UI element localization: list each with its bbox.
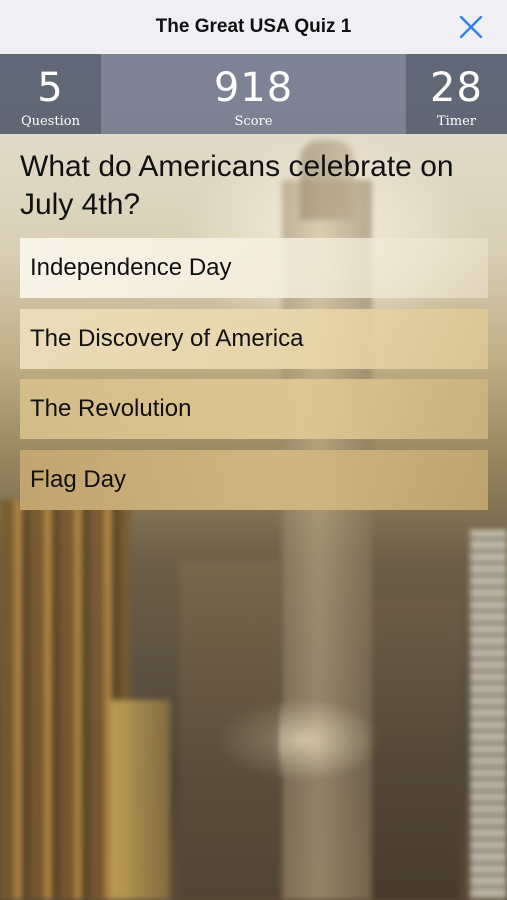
page-title: The Great USA Quiz 1 <box>155 16 352 37</box>
timer-label: Timer <box>436 114 477 129</box>
timer-value: 28 <box>430 65 483 111</box>
answer-button-2[interactable]: The Discovery of America <box>20 309 488 369</box>
navigation-bar: The Great USA Quiz 1 <box>0 0 507 54</box>
close-button[interactable] <box>457 13 485 41</box>
question-label: Question <box>21 114 80 129</box>
score-label: Score <box>234 114 273 129</box>
stats-bar: 5 Question 918 Score 28 Timer <box>0 54 507 134</box>
answer-button-3[interactable]: The Revolution <box>20 379 488 439</box>
score-display: 918 Score <box>101 54 406 134</box>
score-value: 918 <box>213 65 294 111</box>
question-number: 5 <box>37 65 64 111</box>
timer-display: 28 Timer <box>406 54 507 134</box>
question-text: What do Americans celebrate on July 4th? <box>20 150 454 221</box>
question-counter: 5 Question <box>0 54 101 134</box>
answer-button-1[interactable]: Independence Day <box>20 238 488 298</box>
answer-button-4[interactable]: Flag Day <box>20 450 488 510</box>
close-icon <box>459 15 483 39</box>
